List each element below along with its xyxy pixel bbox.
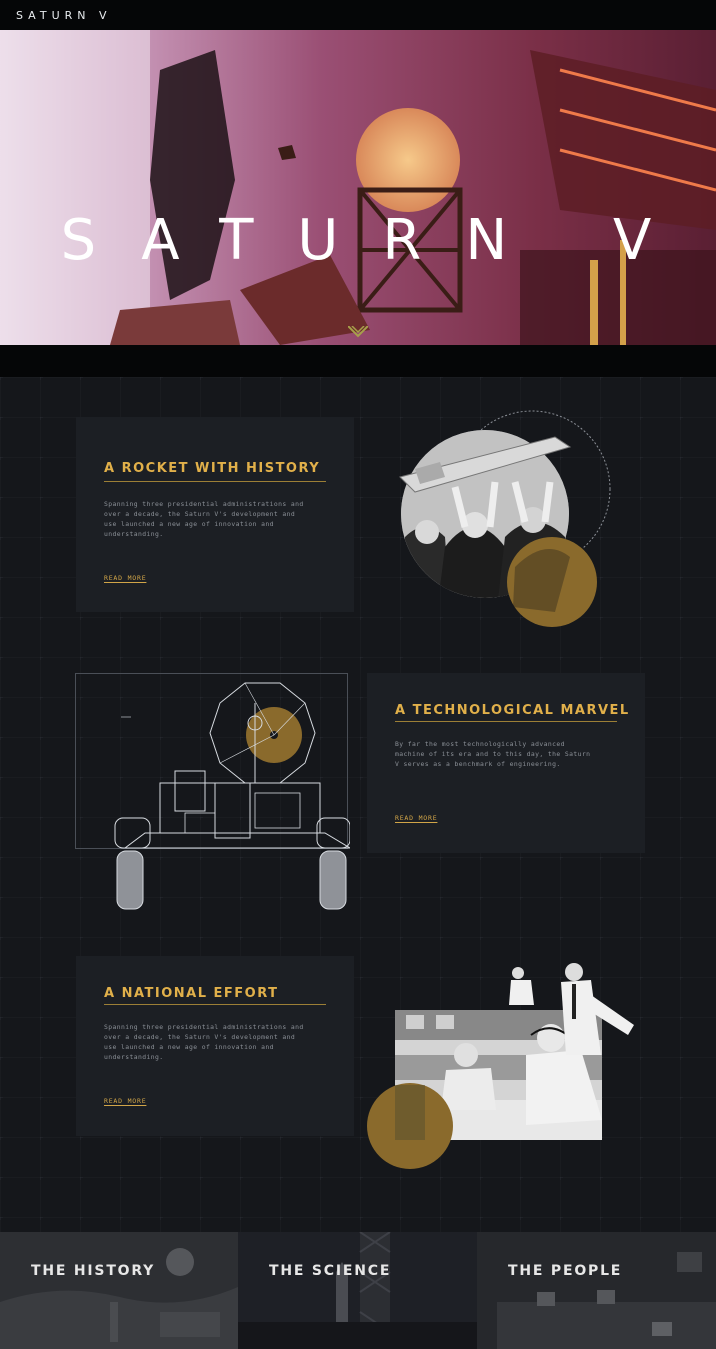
footer-tile-history[interactable]: THE HISTORY — [0, 1232, 238, 1349]
chevron-down-icon[interactable] — [348, 326, 368, 338]
footer-tile-science[interactable]: THE SCIENCE — [238, 1232, 477, 1349]
top-nav: SATURN V — [0, 0, 716, 30]
title-underline — [104, 481, 326, 482]
read-more-link[interactable]: READ MORE — [395, 814, 437, 822]
footer-tile-people[interactable]: THE PEOPLE — [477, 1232, 716, 1349]
section-card-science: A TECHNOLOGICAL MARVEL By far the most t… — [367, 673, 645, 853]
footer-tile-label: THE PEOPLE — [508, 1263, 623, 1279]
hero-title: SATURN V — [60, 208, 696, 273]
section-body: Spanning three presidential administrati… — [104, 500, 304, 538]
content-area: A ROCKET WITH HISTORY Spanning three pre… — [0, 377, 716, 1232]
brand-logo[interactable]: SATURN V — [16, 9, 112, 22]
hero-banner: SATURN V — [0, 30, 716, 345]
history-photo — [399, 410, 611, 627]
hero-photo-launch — [0, 30, 716, 345]
launch-pad-image — [238, 1232, 477, 1349]
section-title: A TECHNOLOGICAL MARVEL — [395, 703, 630, 718]
section-card-people: A NATIONAL EFFORT Spanning three preside… — [76, 956, 354, 1136]
section-card-history: A ROCKET WITH HISTORY Spanning three pre… — [76, 417, 354, 612]
footer-tile-label: THE HISTORY — [31, 1263, 156, 1279]
footer-nav: THE HISTORY THE SCIENCE THE PEOPLE — [0, 1232, 716, 1349]
title-underline — [104, 1004, 326, 1005]
section-body: Spanning three presidential administrati… — [104, 1023, 304, 1061]
mission-control-photo — [367, 963, 634, 1169]
hero-divider — [0, 345, 716, 377]
lunar-rover-blueprint — [75, 673, 350, 910]
section-title: A NATIONAL EFFORT — [104, 986, 279, 1001]
section-title: A ROCKET WITH HISTORY — [104, 461, 321, 476]
section-body: By far the most technologically advanced… — [395, 740, 591, 768]
control-room-image — [477, 1232, 716, 1349]
title-underline — [395, 721, 617, 722]
moon-surface-image — [0, 1232, 238, 1349]
read-more-link[interactable]: READ MORE — [104, 1097, 146, 1105]
read-more-link[interactable]: READ MORE — [104, 574, 146, 582]
footer-tile-label: THE SCIENCE — [269, 1263, 392, 1279]
